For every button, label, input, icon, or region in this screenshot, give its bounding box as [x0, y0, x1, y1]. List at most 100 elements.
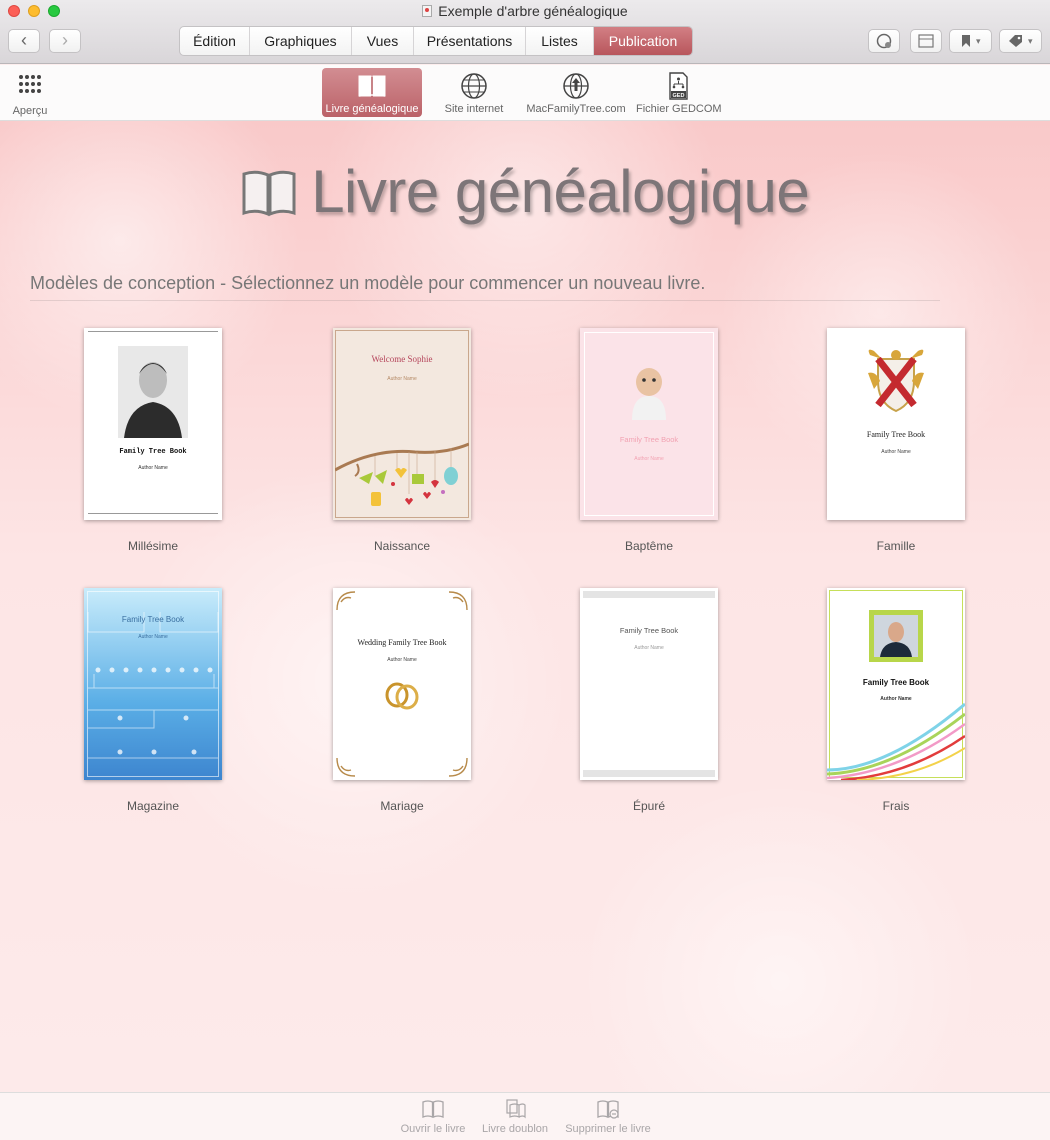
globe-upload-icon — [563, 73, 589, 99]
delete-book-icon — [597, 1100, 619, 1119]
wedding-rings-image — [385, 682, 419, 710]
tag-button[interactable]: ▾ — [999, 29, 1042, 53]
tab-edition[interactable]: Édition — [180, 27, 250, 55]
window-title-text: Exemple d'arbre généalogique — [438, 3, 628, 19]
template-famille[interactable]: Family Tree Book Author Name Famille — [827, 328, 965, 553]
cover-author: Author Name — [634, 456, 664, 462]
tab-vues[interactable]: Vues — [352, 27, 414, 55]
window-titlebar: Exemple d'arbre généalogique ‹ › Édition… — [0, 0, 1050, 64]
window-title: Exemple d'arbre généalogique — [0, 3, 1050, 19]
template-cover[interactable]: Family Tree Book Author Name — [827, 588, 965, 780]
cover-author: Author Name — [138, 634, 168, 640]
template-cover[interactable]: Wedding Family Tree Book Author Name — [333, 588, 471, 780]
chevron-down-icon: ▾ — [1028, 36, 1033, 46]
baby-photo — [624, 358, 674, 420]
globe-icon — [461, 73, 487, 99]
chevron-down-icon: ▾ — [976, 36, 981, 46]
cover-title: Family Tree Book — [862, 678, 930, 687]
baby-mobile-illustration — [335, 442, 469, 506]
cover-author: Author Name — [138, 465, 168, 471]
cover-author: Author Name — [387, 376, 417, 382]
document-icon — [422, 5, 433, 17]
publish-tab-label: Fichier GEDCOM — [636, 103, 722, 115]
publish-tab-website[interactable]: Site internet — [436, 68, 512, 117]
sidebar-toggle-button[interactable] — [910, 29, 942, 53]
duplicate-book-icon — [506, 1099, 526, 1119]
template-magazine[interactable]: Family Tree Book Author Name Magazine — [84, 588, 222, 813]
cover-title: Family Tree Book — [866, 430, 926, 439]
cover-title: Family Tree Book — [121, 615, 185, 624]
template-cover[interactable]: Family Tree Book Author Name — [580, 328, 718, 520]
delete-book-button[interactable]: Supprimer le livre — [562, 1099, 654, 1135]
template-frais[interactable]: Family Tree Book Author Name Frais — [827, 588, 965, 813]
tag-icon — [1009, 35, 1023, 47]
template-label: Famille — [876, 539, 916, 553]
publish-tab-family-book[interactable]: Livre généalogique — [322, 68, 422, 117]
svg-text:GED: GED — [673, 93, 685, 99]
page-header: Livre généalogique — [0, 157, 1050, 226]
delete-book-label: Supprimer le livre — [565, 1123, 651, 1135]
duplicate-book-button[interactable]: Livre doublon — [480, 1099, 550, 1135]
cover-author: Author Name — [881, 449, 911, 455]
template-label: Frais — [882, 799, 910, 813]
book-templates-panel: Livre généalogique Modèles de conception… — [0, 121, 1050, 1092]
tab-publication[interactable]: Publication — [594, 27, 692, 55]
template-millesime[interactable]: Family Tree Book Author Name Millésime — [84, 328, 222, 553]
template-cover[interactable]: Family Tree Book Author Name — [84, 328, 222, 520]
open-book-button[interactable]: Ouvrir le livre — [398, 1099, 468, 1135]
overview-label: Aperçu — [12, 105, 48, 117]
template-cover[interactable]: Family Tree Book Author Name — [827, 328, 965, 520]
template-label: Épuré — [632, 799, 666, 813]
cover-author: Author Name — [387, 657, 417, 663]
portrait-photo — [118, 346, 188, 438]
grid-icon — [18, 73, 42, 93]
open-book-icon — [422, 1100, 444, 1118]
back-button[interactable]: ‹ — [8, 29, 40, 53]
bookmark-button[interactable]: ▾ — [949, 29, 992, 53]
cover-title: Family Tree Book — [619, 435, 679, 444]
template-bapteme[interactable]: Family Tree Book Author Name Baptême — [580, 328, 718, 553]
template-label: Millésime — [127, 539, 178, 553]
template-label: Naissance — [373, 539, 431, 553]
tab-presentations[interactable]: Présentations — [414, 27, 526, 55]
publish-tab-label: Livre généalogique — [325, 103, 419, 115]
gedcom-file-icon: GED — [669, 72, 688, 100]
tree-search-icon — [876, 33, 892, 49]
template-cover[interactable]: Welcome Sophie Author Name — [333, 328, 471, 520]
cover-title: Welcome Sophie — [371, 354, 433, 364]
tree-search-button[interactable] — [868, 29, 900, 53]
cover-title: Family Tree Book — [619, 626, 679, 635]
publish-tab-label: Site internet — [444, 103, 504, 115]
publish-tab-gedcom[interactable]: GED Fichier GEDCOM — [636, 68, 722, 117]
template-cover[interactable]: Family Tree Book Author Name — [84, 588, 222, 780]
tab-graphiques[interactable]: Graphiques — [250, 27, 352, 55]
template-label: Magazine — [126, 799, 180, 813]
publication-toolbar: Aperçu Livre généalogique Site internet … — [0, 65, 1050, 121]
cover-title: Wedding Family Tree Book — [357, 638, 447, 647]
main-tabs: Édition Graphiques Vues Présentations Li… — [179, 26, 693, 56]
template-cover[interactable]: Family Tree Book Author Name — [580, 588, 718, 780]
template-epure[interactable]: Family Tree Book Author Name Épuré — [580, 588, 718, 813]
template-label: Mariage — [380, 799, 424, 813]
page-title: Livre généalogique — [311, 158, 810, 225]
cover-author: Author Name — [634, 645, 664, 651]
template-label: Baptême — [624, 539, 674, 553]
coat-of-arms-image — [868, 349, 924, 413]
template-mariage[interactable]: Wedding Family Tree Book Author Name Mar… — [333, 588, 471, 813]
chevron-left-icon: ‹ — [21, 30, 27, 50]
book-icon — [358, 75, 386, 97]
page-subtitle: Modèles de conception - Sélectionnez un … — [30, 273, 706, 293]
open-book-label: Ouvrir le livre — [400, 1123, 466, 1135]
book-actions-bar: Ouvrir le livre Livre doublon Supprimer … — [0, 1092, 1050, 1140]
bookmark-icon — [962, 35, 971, 47]
tab-listes[interactable]: Listes — [526, 27, 594, 55]
template-naissance[interactable]: Welcome Sophie Author Name Naissance — [333, 328, 471, 553]
portrait-photo — [869, 610, 923, 662]
sidebar-icon — [918, 34, 934, 48]
divider — [30, 300, 940, 301]
color-waves-illustration — [827, 702, 965, 780]
duplicate-book-label: Livre doublon — [481, 1123, 549, 1135]
overview-button[interactable]: Aperçu — [12, 73, 48, 117]
publish-tab-macfamilytree[interactable]: MacFamilyTree.com — [524, 68, 628, 117]
forward-button[interactable]: › — [49, 29, 81, 53]
